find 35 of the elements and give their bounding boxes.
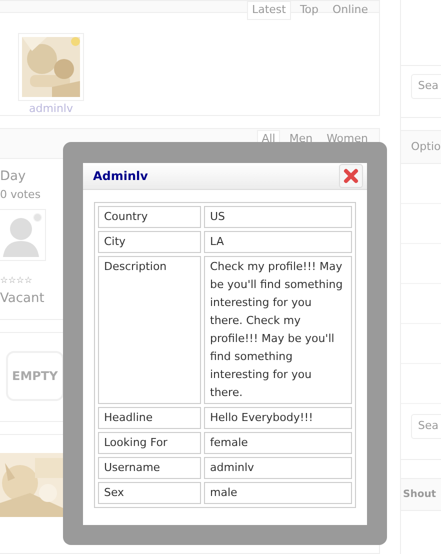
- member-avatar[interactable]: [0, 209, 46, 261]
- field-label: Looking For: [98, 432, 201, 454]
- field-value: male: [204, 482, 352, 504]
- close-icon: [343, 168, 359, 184]
- field-value: LA: [204, 231, 352, 253]
- search-field[interactable]: Sea: [411, 74, 441, 98]
- star-icon: ☆: [0, 276, 8, 286]
- star-icon: ☆: [8, 276, 16, 286]
- panel-title: Day: [0, 168, 26, 186]
- search-field[interactable]: Sea: [411, 414, 441, 438]
- field-label: Description: [98, 256, 201, 404]
- member-avatar[interactable]: [18, 33, 84, 101]
- slot-name: Vacant: [0, 290, 44, 308]
- vote-count: 0 votes: [0, 186, 41, 202]
- options-header: Optio: [401, 130, 441, 164]
- star-icon: ☆: [24, 276, 32, 286]
- field-value: Hello Everybody!!!: [204, 407, 352, 429]
- filter-tab[interactable]: Top: [294, 1, 324, 20]
- username-link[interactable]: adminlv: [28, 101, 74, 118]
- field-label: City: [98, 231, 201, 253]
- filter-tab[interactable]: Latest: [246, 1, 291, 20]
- field-value: Check my profile!!! May be you'll find something interesting for you there. Check my profile!!! May be you'll find something interesting for you there.: [204, 256, 352, 404]
- field-value: US: [204, 206, 352, 228]
- close-button[interactable]: [339, 164, 363, 188]
- field-label: Country: [98, 206, 201, 228]
- field-label: Headline: [98, 407, 201, 429]
- field-value: female: [204, 432, 352, 454]
- empty-button[interactable]: EMPTY: [6, 351, 64, 401]
- star-icon: ☆: [16, 276, 24, 286]
- field-label: Sex: [98, 482, 201, 504]
- dialog-title: Adminlv: [93, 168, 148, 185]
- shoutbox-header: Shout: [401, 478, 441, 510]
- field-value: adminlv: [204, 457, 352, 479]
- field-label: Username: [98, 457, 201, 479]
- filter-tab[interactable]: Online: [328, 1, 373, 20]
